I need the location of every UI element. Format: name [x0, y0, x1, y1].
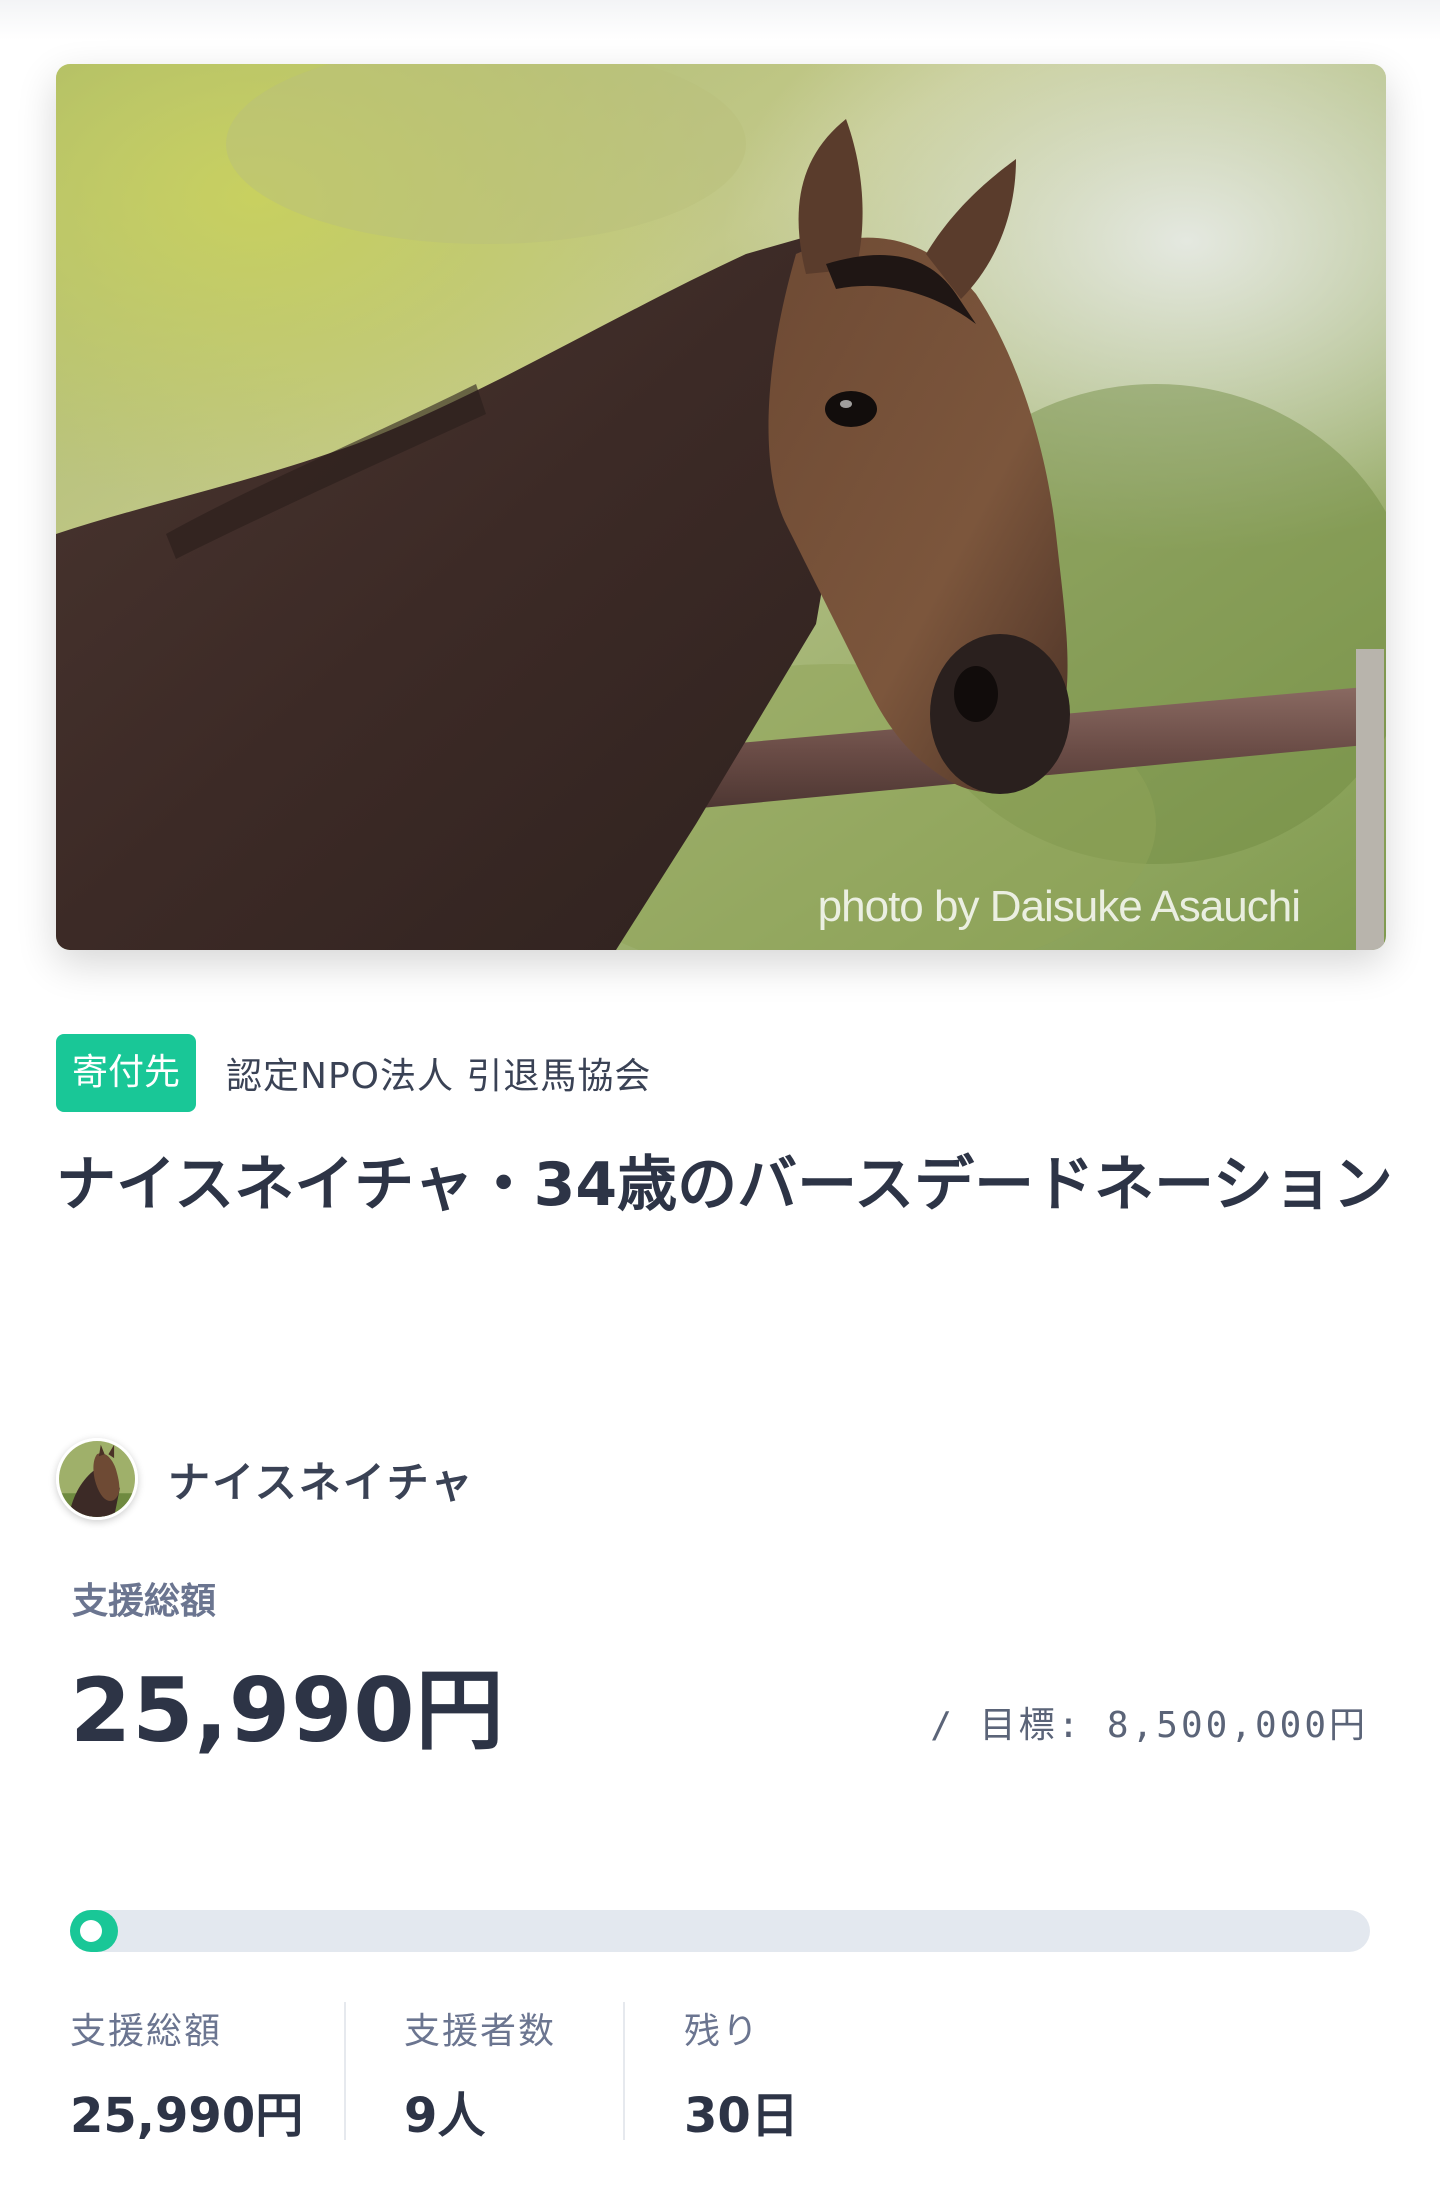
photo-credit: photo by Daisuke Asauchi — [817, 882, 1301, 931]
owner-name[interactable]: ナイスネイチャ — [168, 1449, 474, 1510]
hero-image[interactable]: photo by Daisuke Asauchi — [56, 64, 1386, 950]
project-owner[interactable]: ナイスネイチャ — [56, 1438, 474, 1520]
stat-remaining: 残り 30日 — [684, 1990, 799, 2144]
progress-indicator-dot — [80, 1920, 102, 1942]
total-amount-label: 支援総額 — [72, 1581, 217, 1622]
stat-supporters: 支援者数 9人 — [404, 1990, 557, 2144]
horse-photo-icon — [56, 64, 1386, 950]
organization-row: 寄付先 認定NPO法人 引退馬協会 — [56, 1034, 651, 1112]
total-amount-value: 25,990円 — [70, 1659, 505, 1762]
stats-row: 支援総額 25,990円 支援者数 9人 残り 30日 — [70, 1990, 1370, 2144]
stat-value: 30日 — [684, 2088, 799, 2144]
top-shade — [0, 0, 1440, 40]
stat-value: 9人 — [404, 2088, 486, 2144]
stat-label: 残り — [684, 2011, 761, 2052]
project-page: photo by Daisuke Asauchi 寄付先 認定NPO法人 引退馬… — [0, 0, 1440, 2199]
stat-divider — [623, 2002, 625, 2140]
donation-target-badge: 寄付先 — [56, 1034, 197, 1112]
stat-label: 支援総額 — [70, 2011, 223, 2052]
stat-value: 25,990円 — [70, 2088, 304, 2144]
avatar[interactable] — [56, 1438, 138, 1520]
stat-total: 支援総額 25,990円 — [70, 1990, 303, 2144]
funding-progress-bar — [70, 1910, 1370, 1952]
stat-divider — [344, 2002, 346, 2140]
project-title: ナイスネイチャ・34歳のバースデードネーション — [56, 1150, 1393, 1220]
organization-name[interactable]: 認定NPO法人 引退馬協会 — [226, 1047, 651, 1099]
goal-amount: / 目標: 8,500,000円 — [930, 1705, 1368, 1746]
stat-label: 支援者数 — [404, 2011, 557, 2052]
horse-avatar-icon — [59, 1441, 135, 1517]
